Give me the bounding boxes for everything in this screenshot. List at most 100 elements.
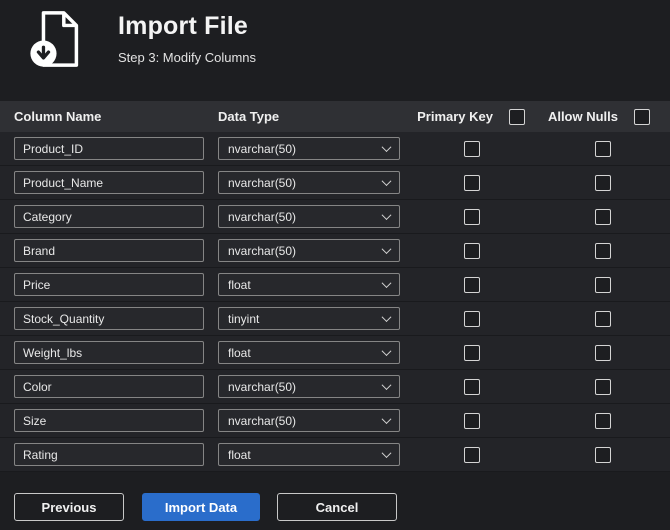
primary-key-cell <box>408 242 535 259</box>
table-row: nvarchar(50) <box>0 132 670 166</box>
primary-key-checkbox[interactable] <box>463 310 480 327</box>
column-name-input[interactable] <box>14 307 204 330</box>
primary-key-checkbox[interactable] <box>463 446 480 463</box>
column-name-cell <box>0 341 218 364</box>
header-data-type: Data Type <box>218 109 280 124</box>
cancel-button[interactable]: Cancel <box>277 493 397 521</box>
primary-key-checkbox[interactable] <box>463 242 480 259</box>
column-name-cell <box>0 307 218 330</box>
allow-nulls-select-all-checkbox[interactable] <box>634 108 650 125</box>
column-name-input[interactable] <box>14 375 204 398</box>
allow-nulls-checkbox[interactable] <box>594 412 611 429</box>
allow-nulls-checkbox[interactable] <box>594 446 611 463</box>
allow-nulls-cell <box>535 344 670 361</box>
chevron-down-icon <box>381 312 392 323</box>
allow-nulls-checkbox[interactable] <box>594 174 611 191</box>
header-primary-key-cell: Primary Key <box>408 108 535 125</box>
primary-key-checkbox[interactable] <box>463 174 480 191</box>
data-type-value: nvarchar(50) <box>228 175 297 190</box>
primary-key-checkbox[interactable] <box>463 276 480 293</box>
previous-button[interactable]: Previous <box>14 493 124 521</box>
data-type-select[interactable]: nvarchar(50) <box>218 239 400 262</box>
header-primary-key-label: Primary Key <box>417 109 493 124</box>
allow-nulls-checkbox[interactable] <box>594 140 611 157</box>
data-type-select[interactable]: float <box>218 273 400 296</box>
column-name-input[interactable] <box>14 137 204 160</box>
primary-key-cell <box>408 174 535 191</box>
primary-key-checkbox[interactable] <box>463 344 480 361</box>
allow-nulls-cell <box>535 174 670 191</box>
column-name-input[interactable] <box>14 171 204 194</box>
data-type-cell: nvarchar(50) <box>218 205 408 228</box>
data-type-value: float <box>228 345 251 360</box>
data-type-select[interactable]: float <box>218 341 400 364</box>
column-name-input[interactable] <box>14 273 204 296</box>
data-type-select[interactable]: float <box>218 443 400 466</box>
data-type-value: float <box>228 277 251 292</box>
column-name-cell <box>0 171 218 194</box>
column-name-input[interactable] <box>14 239 204 262</box>
column-name-input[interactable] <box>14 341 204 364</box>
data-type-value: nvarchar(50) <box>228 209 297 224</box>
step-subtitle: Step 3: Modify Columns <box>118 50 257 65</box>
column-name-cell <box>0 205 218 228</box>
table-row: float <box>0 336 670 370</box>
table-row: nvarchar(50) <box>0 370 670 404</box>
data-type-value: nvarchar(50) <box>228 243 297 258</box>
data-type-select[interactable]: tinyint <box>218 307 400 330</box>
allow-nulls-checkbox[interactable] <box>594 310 611 327</box>
table-row: float <box>0 268 670 302</box>
allow-nulls-checkbox[interactable] <box>594 378 611 395</box>
data-type-select[interactable]: nvarchar(50) <box>218 409 400 432</box>
header-allow-nulls-label: Allow Nulls <box>547 109 618 124</box>
allow-nulls-cell <box>535 412 670 429</box>
data-type-select[interactable]: nvarchar(50) <box>218 137 400 160</box>
primary-key-checkbox[interactable] <box>463 208 480 225</box>
chevron-down-icon <box>381 142 392 153</box>
allow-nulls-cell <box>535 276 670 293</box>
column-name-input[interactable] <box>14 443 204 466</box>
allow-nulls-checkbox[interactable] <box>594 276 611 293</box>
columns-table: Column Name Data Type Primary Key Allow … <box>0 101 670 472</box>
chevron-down-icon <box>381 278 392 289</box>
primary-key-checkbox[interactable] <box>463 412 480 429</box>
table-row: nvarchar(50) <box>0 404 670 438</box>
table-header: Column Name Data Type Primary Key Allow … <box>0 101 670 132</box>
primary-key-cell <box>408 140 535 157</box>
column-name-cell <box>0 443 218 466</box>
allow-nulls-checkbox[interactable] <box>594 208 611 225</box>
import-file-icon <box>30 11 79 67</box>
primary-key-cell <box>408 412 535 429</box>
data-type-cell: nvarchar(50) <box>218 171 408 194</box>
app-header: Import File Step 3: Modify Columns <box>0 0 670 70</box>
chevron-down-icon <box>381 210 392 221</box>
data-type-value: nvarchar(50) <box>228 141 297 156</box>
data-type-cell: nvarchar(50) <box>218 137 408 160</box>
column-name-input[interactable] <box>14 409 204 432</box>
chevron-down-icon <box>381 244 392 255</box>
primary-key-cell <box>408 276 535 293</box>
primary-key-checkbox[interactable] <box>463 378 480 395</box>
allow-nulls-checkbox[interactable] <box>594 242 611 259</box>
column-name-cell <box>0 137 218 160</box>
table-row: float <box>0 438 670 472</box>
column-name-cell <box>0 273 218 296</box>
data-type-value: tinyint <box>228 311 260 326</box>
data-type-value: float <box>228 447 251 462</box>
data-type-select[interactable]: nvarchar(50) <box>218 205 400 228</box>
column-name-cell <box>0 375 218 398</box>
data-type-select[interactable]: nvarchar(50) <box>218 375 400 398</box>
primary-key-cell <box>408 378 535 395</box>
page-title: Import File <box>118 12 248 40</box>
import-data-button[interactable]: Import Data <box>142 493 260 521</box>
data-type-select[interactable]: nvarchar(50) <box>218 171 400 194</box>
header-allow-nulls-cell: Allow Nulls <box>535 108 670 125</box>
chevron-down-icon <box>381 176 392 187</box>
primary-key-checkbox[interactable] <box>463 140 480 157</box>
primary-key-select-all-checkbox[interactable] <box>509 108 525 125</box>
chevron-down-icon <box>381 448 392 459</box>
allow-nulls-checkbox[interactable] <box>594 344 611 361</box>
column-name-input[interactable] <box>14 205 204 228</box>
chevron-down-icon <box>381 380 392 391</box>
table-row: tinyint <box>0 302 670 336</box>
